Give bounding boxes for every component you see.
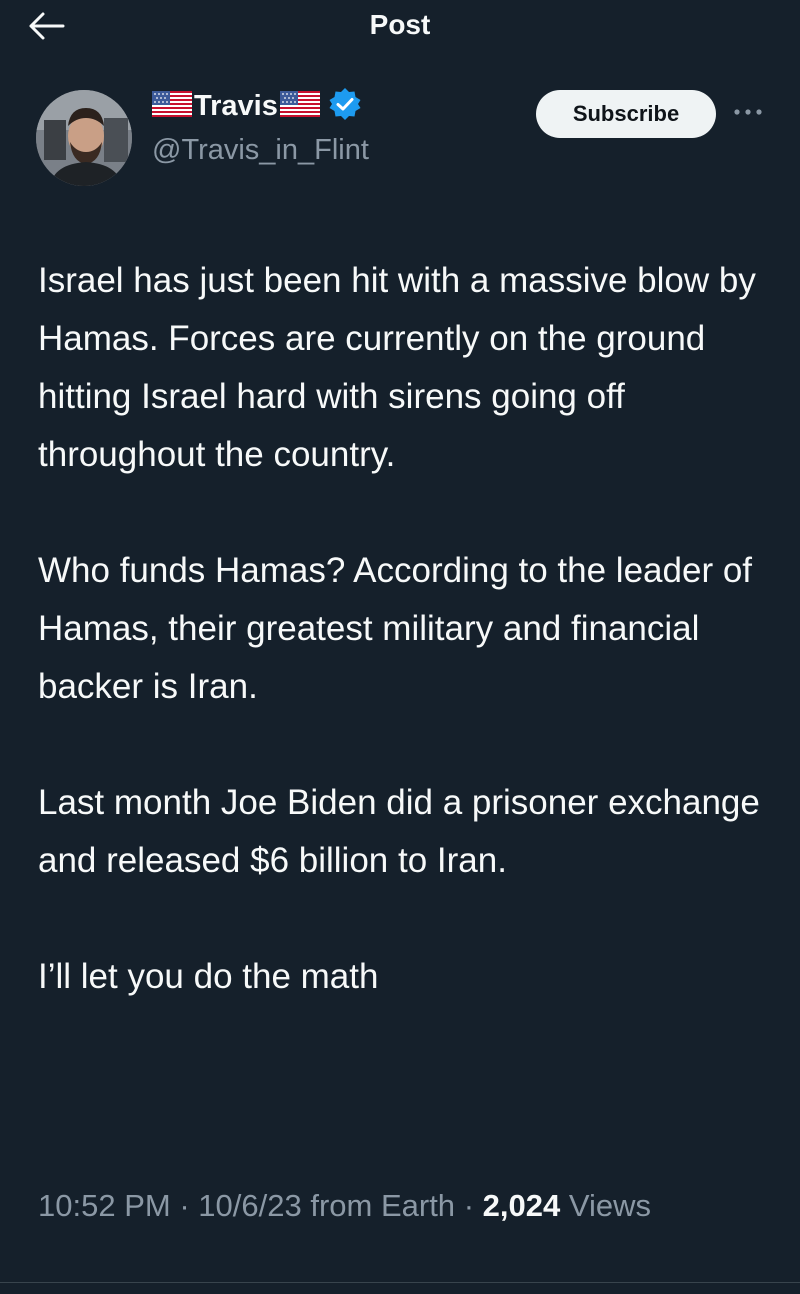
author-row: Travis @Travis_in_Flint Subscribe — [36, 84, 776, 194]
top-bar: Post — [0, 0, 800, 56]
avatar[interactable] — [36, 90, 132, 186]
author-names: Travis @Travis_in_Flint — [152, 84, 369, 168]
meta-separator: · — [179, 1188, 190, 1223]
more-dots-icon — [734, 109, 762, 115]
tweet-time[interactable]: 10:52 PM — [38, 1188, 171, 1223]
tweet-paragraph: Israel has just been hit with a massive … — [38, 261, 756, 474]
views-count: 2,024 — [482, 1188, 561, 1223]
tweet-paragraph: I’ll let you do the math — [38, 957, 379, 996]
subscribe-button[interactable]: Subscribe — [536, 90, 716, 138]
us-flag-icon — [152, 90, 192, 122]
tweet-metadata: 10:52 PM · 10/6/23 from Earth · 2,024 Vi… — [38, 1178, 768, 1234]
more-options-button[interactable] — [732, 100, 764, 124]
meta-separator: · — [463, 1188, 475, 1223]
tweet-source: from Earth — [310, 1188, 456, 1223]
display-name-row[interactable]: Travis — [152, 84, 369, 128]
display-name: Travis — [194, 90, 278, 122]
divider — [0, 1282, 800, 1283]
page-title: Post — [369, 9, 431, 40]
tweet-date[interactable]: 10/6/23 — [198, 1188, 301, 1223]
tweet-paragraph: Last month Joe Biden did a prisoner exch… — [38, 783, 760, 880]
author-handle[interactable]: @Travis_in_Flint — [152, 132, 369, 168]
views-label: Views — [568, 1188, 651, 1223]
verified-badge-icon[interactable] — [328, 87, 362, 126]
avatar-image — [36, 90, 132, 186]
us-flag-icon — [279, 90, 320, 122]
tweet-paragraph: Who funds Hamas? According to the leader… — [38, 551, 753, 706]
tweet-text: Israel has just been hit with a massive … — [38, 252, 768, 1006]
